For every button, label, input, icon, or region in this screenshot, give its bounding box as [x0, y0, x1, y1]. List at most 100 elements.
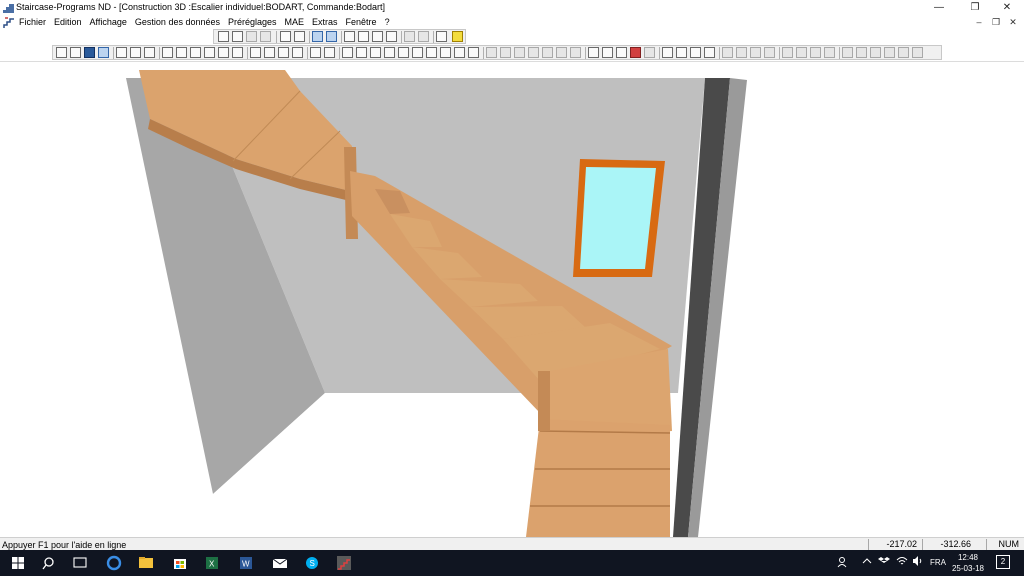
notification-center-icon[interactable]: 2: [996, 555, 1010, 569]
disabled-tool-icon[interactable]: [722, 47, 733, 58]
landing-icon[interactable]: [426, 47, 437, 58]
tread-icon[interactable]: [310, 47, 321, 58]
copy-icon[interactable]: [246, 31, 257, 42]
child-minimize-button[interactable]: –: [972, 16, 986, 29]
disabled-tool-icon[interactable]: [556, 47, 567, 58]
skype-icon[interactable]: S: [298, 553, 326, 573]
stair-half-icon[interactable]: [384, 47, 395, 58]
word-icon[interactable]: W: [232, 553, 260, 573]
paste-icon[interactable]: [260, 31, 271, 42]
disabled-tool-icon[interactable]: [824, 47, 835, 58]
disabled-tool-icon[interactable]: [856, 47, 867, 58]
language-indicator[interactable]: FRA: [930, 558, 946, 568]
menu-mae[interactable]: MAE: [285, 17, 305, 28]
new-document-icon[interactable]: [218, 31, 229, 42]
zoom-window-icon[interactable]: [278, 47, 289, 58]
disabled-tool-icon[interactable]: [898, 47, 909, 58]
child-close-button[interactable]: ✕: [1006, 16, 1020, 29]
brick-wall-icon[interactable]: [630, 47, 641, 58]
people-icon[interactable]: [836, 555, 850, 569]
disabled-tool-icon[interactable]: [570, 47, 581, 58]
grid-view-icon[interactable]: [344, 31, 355, 42]
box-icon[interactable]: [162, 47, 173, 58]
excel-icon[interactable]: X: [198, 553, 226, 573]
box-bottom-icon[interactable]: [232, 47, 243, 58]
disabled-tool-icon[interactable]: [764, 47, 775, 58]
menu-fichier[interactable]: Fichier: [19, 17, 46, 28]
ramp-icon[interactable]: [440, 47, 451, 58]
redo-icon[interactable]: [326, 31, 337, 42]
disabled-tool-icon[interactable]: [870, 47, 881, 58]
opening-icon[interactable]: [454, 47, 465, 58]
disabled-tool-icon[interactable]: [500, 47, 511, 58]
dimension-icon[interactable]: [690, 47, 701, 58]
riser-icon[interactable]: [324, 47, 335, 58]
disabled-tool-icon[interactable]: [796, 47, 807, 58]
zoom-all-icon[interactable]: [292, 47, 303, 58]
zoom-in-icon[interactable]: [250, 47, 261, 58]
minimize-button[interactable]: —: [922, 0, 956, 16]
3d-viewport[interactable]: [0, 61, 1024, 537]
stair-quarter-icon[interactable]: [370, 47, 381, 58]
railing-icon[interactable]: [412, 47, 423, 58]
wireframe-icon[interactable]: [602, 47, 613, 58]
disabled-tool-icon[interactable]: [782, 47, 793, 58]
system-clock[interactable]: 12:48 25-03-18: [948, 552, 988, 574]
menu-prereglages[interactable]: Préréglages: [228, 17, 277, 28]
disabled-tool-icon[interactable]: [486, 47, 497, 58]
menu-edition[interactable]: Edition: [54, 17, 82, 28]
print-icon[interactable]: [280, 31, 291, 42]
box-back-icon[interactable]: [218, 47, 229, 58]
mail-icon[interactable]: [266, 553, 294, 573]
view-front-icon[interactable]: [56, 47, 67, 58]
menu-fenetre[interactable]: Fenêtre: [346, 17, 377, 28]
staircase-app-icon[interactable]: [330, 553, 358, 573]
menu-gestion-donnees[interactable]: Gestion des données: [135, 17, 220, 28]
save-icon[interactable]: [232, 31, 243, 42]
edge-icon[interactable]: [100, 553, 128, 573]
disabled-tool-icon[interactable]: [542, 47, 553, 58]
disabled-tool-icon[interactable]: [528, 47, 539, 58]
store-icon[interactable]: [166, 553, 194, 573]
import-icon[interactable]: [418, 31, 429, 42]
close-button[interactable]: ✕: [990, 0, 1024, 16]
document-stairs-icon[interactable]: [3, 17, 15, 28]
measure-icon[interactable]: [676, 47, 687, 58]
disabled-tool-icon[interactable]: [884, 47, 895, 58]
search-icon[interactable]: [34, 553, 62, 573]
menu-extras[interactable]: Extras: [312, 17, 338, 28]
list-icon[interactable]: [436, 31, 447, 42]
check-icon[interactable]: [662, 47, 673, 58]
frame-icon[interactable]: [616, 47, 627, 58]
pan-icon[interactable]: [130, 47, 141, 58]
undo-icon[interactable]: [312, 31, 323, 42]
menu-affichage[interactable]: Affichage: [90, 17, 127, 28]
child-restore-button[interactable]: ❐: [989, 16, 1003, 29]
view-shaded-icon[interactable]: [98, 47, 109, 58]
disabled-tool-icon[interactable]: [842, 47, 853, 58]
box-top-icon[interactable]: [204, 47, 215, 58]
stair-straight-icon[interactable]: [356, 47, 367, 58]
layers-icon[interactable]: [588, 47, 599, 58]
zoom-out-icon[interactable]: [264, 47, 275, 58]
task-view-icon[interactable]: [66, 553, 94, 573]
view-side-icon[interactable]: [70, 47, 81, 58]
plan-view-icon[interactable]: [358, 31, 369, 42]
export-icon[interactable]: [404, 31, 415, 42]
box-left-icon[interactable]: [176, 47, 187, 58]
network-icon[interactable]: [896, 555, 908, 567]
move-icon[interactable]: [116, 47, 127, 58]
text-tool-icon[interactable]: [644, 47, 655, 58]
post-icon[interactable]: [468, 47, 479, 58]
stair-spiral-icon[interactable]: [398, 47, 409, 58]
windows-start-icon[interactable]: [4, 553, 32, 573]
print-preview-icon[interactable]: [294, 31, 305, 42]
disabled-tool-icon[interactable]: [750, 47, 761, 58]
dropbox-icon[interactable]: [878, 555, 890, 567]
chevron-up-icon[interactable]: [862, 556, 872, 566]
disabled-tool-icon[interactable]: [736, 47, 747, 58]
disabled-tool-icon[interactable]: [912, 47, 923, 58]
box-right-icon[interactable]: [190, 47, 201, 58]
resize-icon[interactable]: [144, 47, 155, 58]
volume-icon[interactable]: [912, 555, 924, 567]
